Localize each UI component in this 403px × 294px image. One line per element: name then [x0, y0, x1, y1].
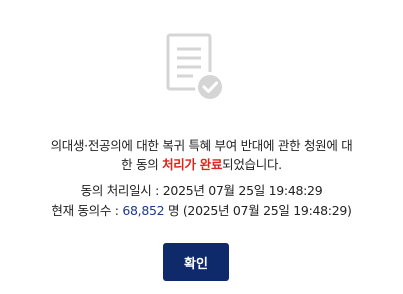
- message-line-2-prefix: 한 동의: [121, 157, 163, 172]
- completion-message: 의대생·전공의에 대한 복귀 특혜 부여 반대에 관한 청원에 대 한 동의 처…: [0, 136, 403, 174]
- agreement-count-row: 현재 동의수 : 68,852 명 (2025년 07월 25일 19:48:2…: [0, 201, 403, 221]
- count-label: 현재 동의수 :: [51, 203, 123, 218]
- message-line-2: 한 동의 처리가 완료되었습니다.: [0, 155, 403, 174]
- count-unit: 명: [164, 203, 183, 218]
- document-check-icon: [166, 33, 225, 102]
- confirm-button[interactable]: 확인: [163, 243, 229, 281]
- message-line-2-suffix: 되었습니다.: [222, 157, 282, 172]
- processed-datetime: 2025년 07월 25일 19:48:29: [162, 183, 323, 198]
- processed-datetime-row: 동의 처리일시 : 2025년 07월 25일 19:48:29: [0, 181, 403, 201]
- message-line-1: 의대생·전공의에 대한 복귀 특혜 부여 반대에 관한 청원에 대: [50, 138, 353, 153]
- completion-highlight: 처리가 완료: [162, 157, 223, 172]
- agreement-count: 68,852: [122, 203, 165, 218]
- count-datetime: (2025년 07월 25일 19:48:29): [182, 203, 352, 218]
- agreement-info: 동의 처리일시 : 2025년 07월 25일 19:48:29 현재 동의수 …: [0, 181, 403, 221]
- processed-label: 동의 처리일시 :: [80, 183, 163, 198]
